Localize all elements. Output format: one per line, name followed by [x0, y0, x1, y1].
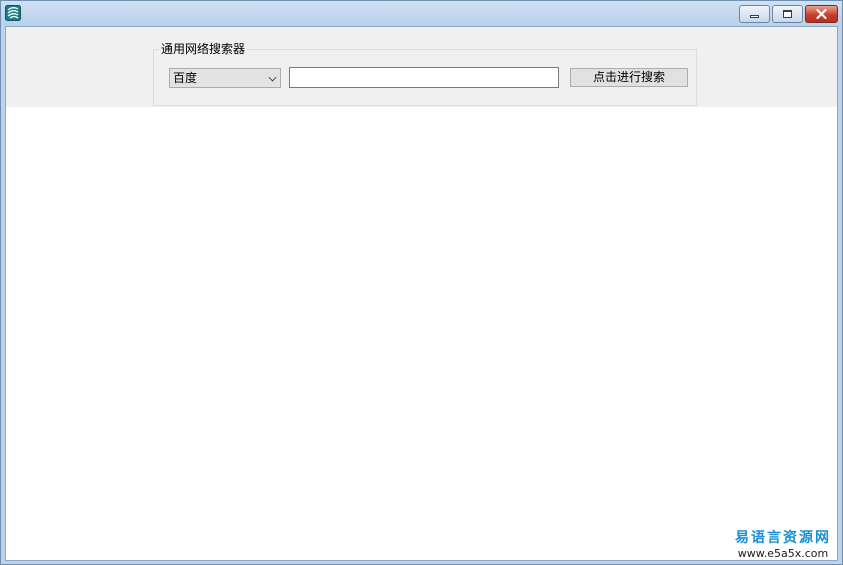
chevron-down-icon: [268, 73, 277, 82]
client-area: 通用网络搜索器 百度 点击进行搜索: [5, 26, 838, 561]
search-input[interactable]: [289, 67, 559, 88]
app-window: 通用网络搜索器 百度 点击进行搜索 易语言资源网 www.e5a5x.com: [0, 0, 843, 565]
engine-select-value: 百度: [173, 71, 198, 85]
title-bar[interactable]: [1, 1, 842, 26]
watermark: 易语言资源网 www.e5a5x.com: [728, 529, 838, 560]
app-icon: [5, 5, 21, 21]
engine-select[interactable]: 百度: [169, 68, 281, 88]
minimize-icon: [750, 15, 759, 18]
search-button[interactable]: 点击进行搜索: [570, 68, 688, 87]
minimize-button[interactable]: [739, 5, 770, 23]
maximize-icon: [783, 10, 792, 18]
watermark-site-name: 易语言资源网: [735, 530, 831, 546]
close-icon: [816, 9, 827, 19]
groupbox-title: 通用网络搜索器: [159, 41, 248, 57]
watermark-url: www.e5a5x.com: [737, 547, 829, 560]
close-button[interactable]: [805, 5, 838, 23]
maximize-button[interactable]: [772, 5, 803, 23]
